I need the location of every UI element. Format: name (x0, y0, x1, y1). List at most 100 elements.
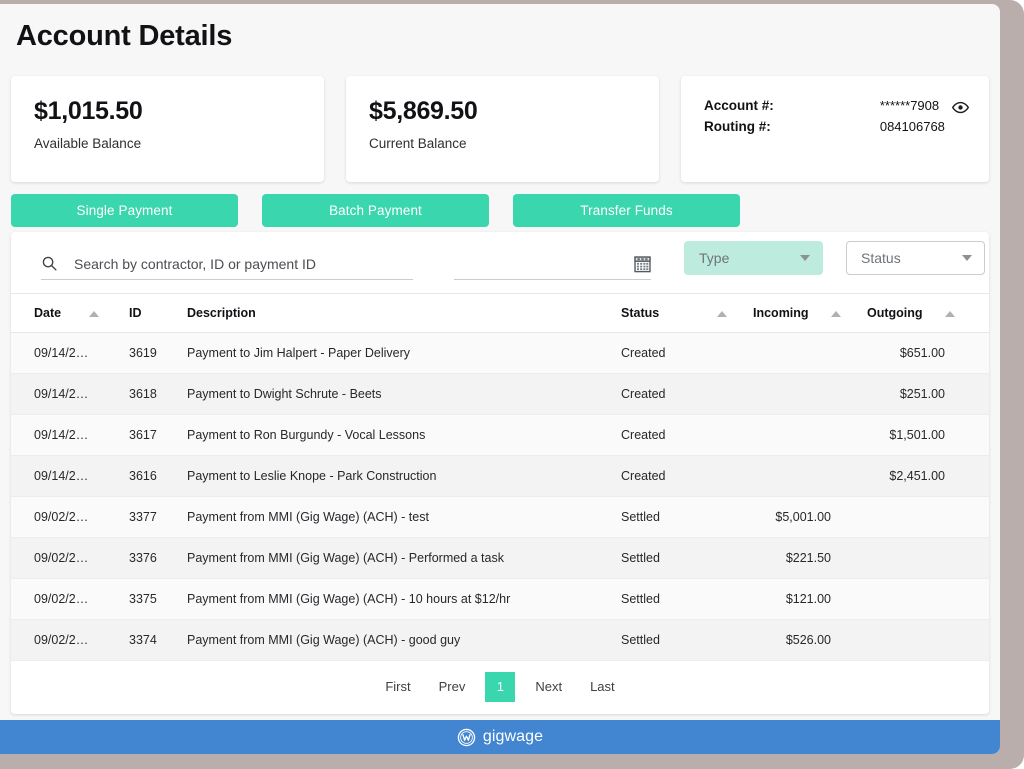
table-row[interactable]: 09/02/2021 3374Payment from MMI (Gig Wage… (11, 619, 989, 661)
sort-outgoing-cell (945, 293, 989, 333)
cell-incoming (753, 455, 831, 497)
cell-description: Payment to Jim Halpert - Paper Delivery (187, 332, 621, 374)
cell-description: Payment from MMI (Gig Wage) (ACH) - 10 h… (187, 578, 621, 620)
cell-date-spacer (89, 455, 129, 497)
cell-id: 3619 (129, 332, 187, 374)
pagination-next[interactable]: Next (521, 672, 576, 702)
cell-date: 09/14/2021 (11, 373, 89, 415)
account-info-grid: Account #: ******7908 Routing #: 0841067… (704, 98, 989, 134)
sort-ascending-icon[interactable] (717, 310, 727, 317)
cell-incoming (753, 414, 831, 456)
cell-status: Settled (621, 619, 717, 661)
cell-status-spacer (717, 619, 753, 661)
chevron-down-icon (800, 255, 810, 261)
cell-date-spacer (89, 373, 129, 415)
type-select[interactable]: Type (684, 241, 823, 275)
status-select-value: Status (861, 250, 901, 266)
search-input[interactable] (74, 255, 404, 272)
cell-incoming-spacer (831, 455, 867, 497)
cell-outgoing: $251.00 (867, 373, 945, 415)
cell-status-spacer (717, 455, 753, 497)
search-field (41, 248, 413, 280)
calendar-icon[interactable] (634, 255, 651, 273)
table-body: 09/14/2021 3619Payment to Jim Halpert - P… (11, 332, 989, 661)
cell-id: 3618 (129, 373, 187, 415)
cell-outgoing-spacer (945, 537, 989, 579)
cell-incoming: $121.00 (753, 578, 831, 620)
cell-outgoing (867, 496, 945, 538)
cell-status-spacer (717, 578, 753, 620)
table-row[interactable]: 09/14/2021 3618Payment to Dwight Schrute … (11, 373, 989, 415)
cell-id: 3375 (129, 578, 187, 620)
available-balance-card: $1,015.50 Available Balance (11, 76, 324, 182)
table-row[interactable]: 09/14/2021 3619Payment to Jim Halpert - P… (11, 332, 989, 374)
pagination-first[interactable]: First (371, 672, 424, 702)
cell-description: Payment to Dwight Schrute - Beets (187, 373, 621, 415)
cell-outgoing-spacer (945, 373, 989, 415)
current-balance-card: $5,869.50 Current Balance (346, 76, 659, 182)
cell-id: 3376 (129, 537, 187, 579)
sort-incoming-cell (831, 293, 867, 333)
cell-outgoing-spacer (945, 332, 989, 374)
cell-incoming: $221.50 (753, 537, 831, 579)
app-footer: gigwage (0, 720, 1000, 754)
table-row[interactable]: 09/14/2021 3617Payment to Ron Burgundy - … (11, 414, 989, 456)
cell-outgoing: $651.00 (867, 332, 945, 374)
cell-incoming (753, 332, 831, 374)
cell-incoming-spacer (831, 496, 867, 538)
cell-date: 09/14/2021 (11, 332, 89, 374)
available-balance-amount: $1,015.50 (34, 97, 143, 125)
eye-icon[interactable] (951, 98, 969, 116)
cell-date: 09/14/2021 (11, 455, 89, 497)
column-header-incoming[interactable]: Incoming (753, 293, 831, 333)
summary-cards: $1,015.50 Available Balance $5,869.50 Cu… (11, 76, 989, 182)
table-row[interactable]: 09/02/2021 3377Payment from MMI (Gig Wage… (11, 496, 989, 538)
cell-status: Settled (621, 578, 717, 620)
sort-ascending-icon[interactable] (89, 310, 99, 317)
column-header-status[interactable]: Status (621, 293, 717, 333)
cell-status: Settled (621, 537, 717, 579)
single-payment-button[interactable]: Single Payment (11, 194, 238, 227)
cell-incoming: $5,001.00 (753, 496, 831, 538)
date-input[interactable] (454, 255, 614, 272)
cell-date: 09/02/2021 (11, 496, 89, 538)
cell-outgoing: $2,451.00 (867, 455, 945, 497)
cell-outgoing (867, 537, 945, 579)
cell-incoming-spacer (831, 414, 867, 456)
sort-ascending-icon[interactable] (831, 310, 841, 317)
cell-incoming-spacer (831, 578, 867, 620)
available-balance-label: Available Balance (34, 135, 142, 151)
account-number-label: Account #: (704, 98, 774, 113)
column-header-description[interactable]: Description (187, 293, 621, 333)
cell-status-spacer (717, 373, 753, 415)
transfer-funds-button[interactable]: Transfer Funds (513, 194, 740, 227)
filter-bar: Type Status (11, 232, 989, 293)
cell-id: 3616 (129, 455, 187, 497)
cell-incoming-spacer (831, 332, 867, 374)
pagination-last[interactable]: Last (576, 672, 629, 702)
column-header-date[interactable]: Date (11, 293, 89, 333)
sort-ascending-icon[interactable] (945, 310, 955, 317)
pagination-page-1[interactable]: 1 (485, 672, 516, 702)
status-select[interactable]: Status (846, 241, 985, 275)
chevron-down-icon (962, 255, 972, 261)
cell-outgoing-spacer (945, 414, 989, 456)
column-header-id[interactable]: ID (129, 293, 187, 333)
column-header-outgoing[interactable]: Outgoing (867, 293, 945, 333)
pagination-prev[interactable]: Prev (425, 672, 480, 702)
gigwage-logo-icon (457, 728, 476, 747)
routing-number-label: Routing #: (704, 119, 771, 134)
cell-incoming-spacer (831, 373, 867, 415)
cell-status: Created (621, 455, 717, 497)
table-row[interactable]: 09/14/2021 3616Payment to Leslie Knope - … (11, 455, 989, 497)
cell-description: Payment from MMI (Gig Wage) (ACH) - test (187, 496, 621, 538)
table-row[interactable]: 09/02/2021 3375Payment from MMI (Gig Wage… (11, 578, 989, 620)
cell-id: 3374 (129, 619, 187, 661)
table-row[interactable]: 09/02/2021 3376Payment from MMI (Gig Wage… (11, 537, 989, 579)
cell-description: Payment to Leslie Knope - Park Construct… (187, 455, 621, 497)
cell-status: Created (621, 332, 717, 374)
type-select-value: Type (699, 250, 730, 266)
batch-payment-button[interactable]: Batch Payment (262, 194, 489, 227)
table-header: Date ID Description Status Incoming Outg… (11, 293, 989, 333)
cell-description: Payment from MMI (Gig Wage) (ACH) - good… (187, 619, 621, 661)
